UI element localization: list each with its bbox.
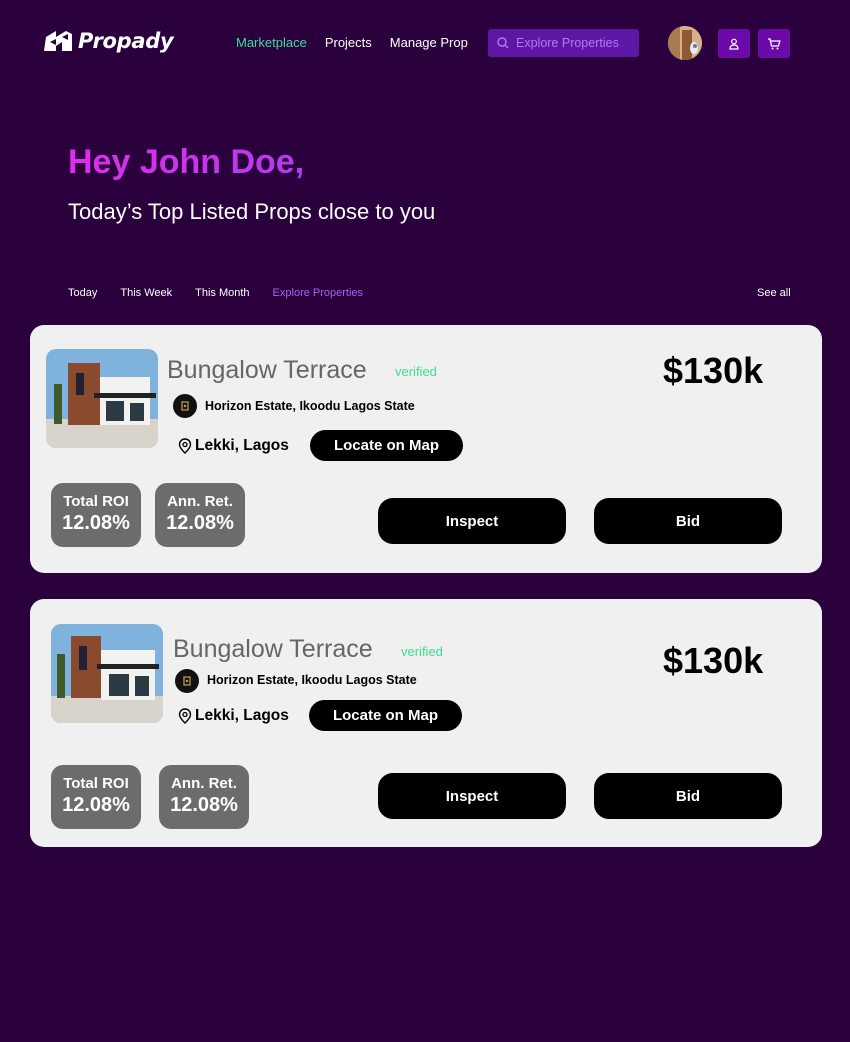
search-bar[interactable]: Explore Properties [488,29,639,57]
location-text: Lekki, Lagos [195,437,289,454]
property-name: Bungalow Terrace [167,356,367,384]
listing-card[interactable]: Bungalow Terrace verified Horizon Estate… [30,325,822,573]
cart-icon [768,37,781,49]
locate-on-map-button[interactable]: Locate on Map [309,700,462,731]
locate-on-map-button[interactable]: Locate on Map [310,430,463,461]
estate-name: Horizon Estate, Ikoodu Lagos State [205,399,415,413]
stat-label: Total ROI [63,775,129,792]
property-image[interactable] [51,624,163,723]
property-price: $130k [663,640,764,681]
time-filter-tabs: Today This Week This Month Explore Prope… [68,287,363,299]
avatar[interactable] [668,26,702,60]
house-photo [51,624,163,723]
stat-label: Total ROI [63,493,129,510]
nav-item-projects[interactable]: Projects [325,35,372,50]
stat-label: Ann. Ret. [167,493,233,510]
tab-explore-properties[interactable]: Explore Properties [273,287,364,299]
bid-button[interactable]: Bid [594,498,782,544]
nav-item-marketplace[interactable]: Marketplace [236,35,307,50]
annual-return-stat: Ann. Ret. 12.08% [155,483,245,547]
verified-badge: verified [395,364,437,379]
property-image[interactable] [46,349,158,448]
main-nav: Marketplace Projects Manage Prop [236,35,468,50]
logo-mark-icon [44,31,72,51]
house-photo [46,349,158,448]
location-label: Lekki, Lagos [178,437,289,455]
tab-this-week[interactable]: This Week [120,287,172,299]
brand-name: Propady [78,29,174,53]
estate-logo-icon [175,669,199,693]
location-label: Lekki, Lagos [178,707,289,725]
search-label: Explore Properties [516,36,619,50]
location-pin-icon [178,708,192,724]
verified-badge: verified [401,644,443,659]
brand-logo[interactable]: Propady [42,29,174,53]
estate-logo-icon [173,394,197,418]
user-icon [729,38,739,50]
stat-value: 12.08% [170,794,238,816]
inspect-button[interactable]: Inspect [378,498,566,544]
property-name: Bungalow Terrace [173,635,373,663]
tab-today[interactable]: Today [68,287,97,299]
stat-label: Ann. Ret. [171,775,237,792]
stat-value: 12.08% [166,512,234,534]
annual-return-stat: Ann. Ret. 12.08% [159,765,249,829]
stat-value: 12.08% [62,512,130,534]
total-roi-stat: Total ROI 12.08% [51,483,141,547]
bid-button[interactable]: Bid [594,773,782,819]
listing-card[interactable]: Bungalow Terrace verified Horizon Estate… [30,599,822,847]
page-subtitle: Today’s Top Listed Props close to you [68,199,436,224]
stat-value: 12.08% [62,794,130,816]
user-photo [668,26,702,60]
location-pin-icon [178,438,192,454]
search-icon [497,37,509,49]
total-roi-stat: Total ROI 12.08% [51,765,141,829]
cart-button[interactable] [758,29,790,58]
nav-item-manage-prop[interactable]: Manage Prop [390,35,468,50]
greeting-heading: Hey John Doe, [68,143,305,181]
estate-name: Horizon Estate, Ikoodu Lagos State [207,673,417,687]
tab-this-month[interactable]: This Month [195,287,249,299]
location-text: Lekki, Lagos [195,707,289,724]
property-price: $130k [663,350,764,391]
see-all-link[interactable]: See all [757,287,791,299]
profile-button[interactable] [718,29,750,58]
inspect-button[interactable]: Inspect [378,773,566,819]
